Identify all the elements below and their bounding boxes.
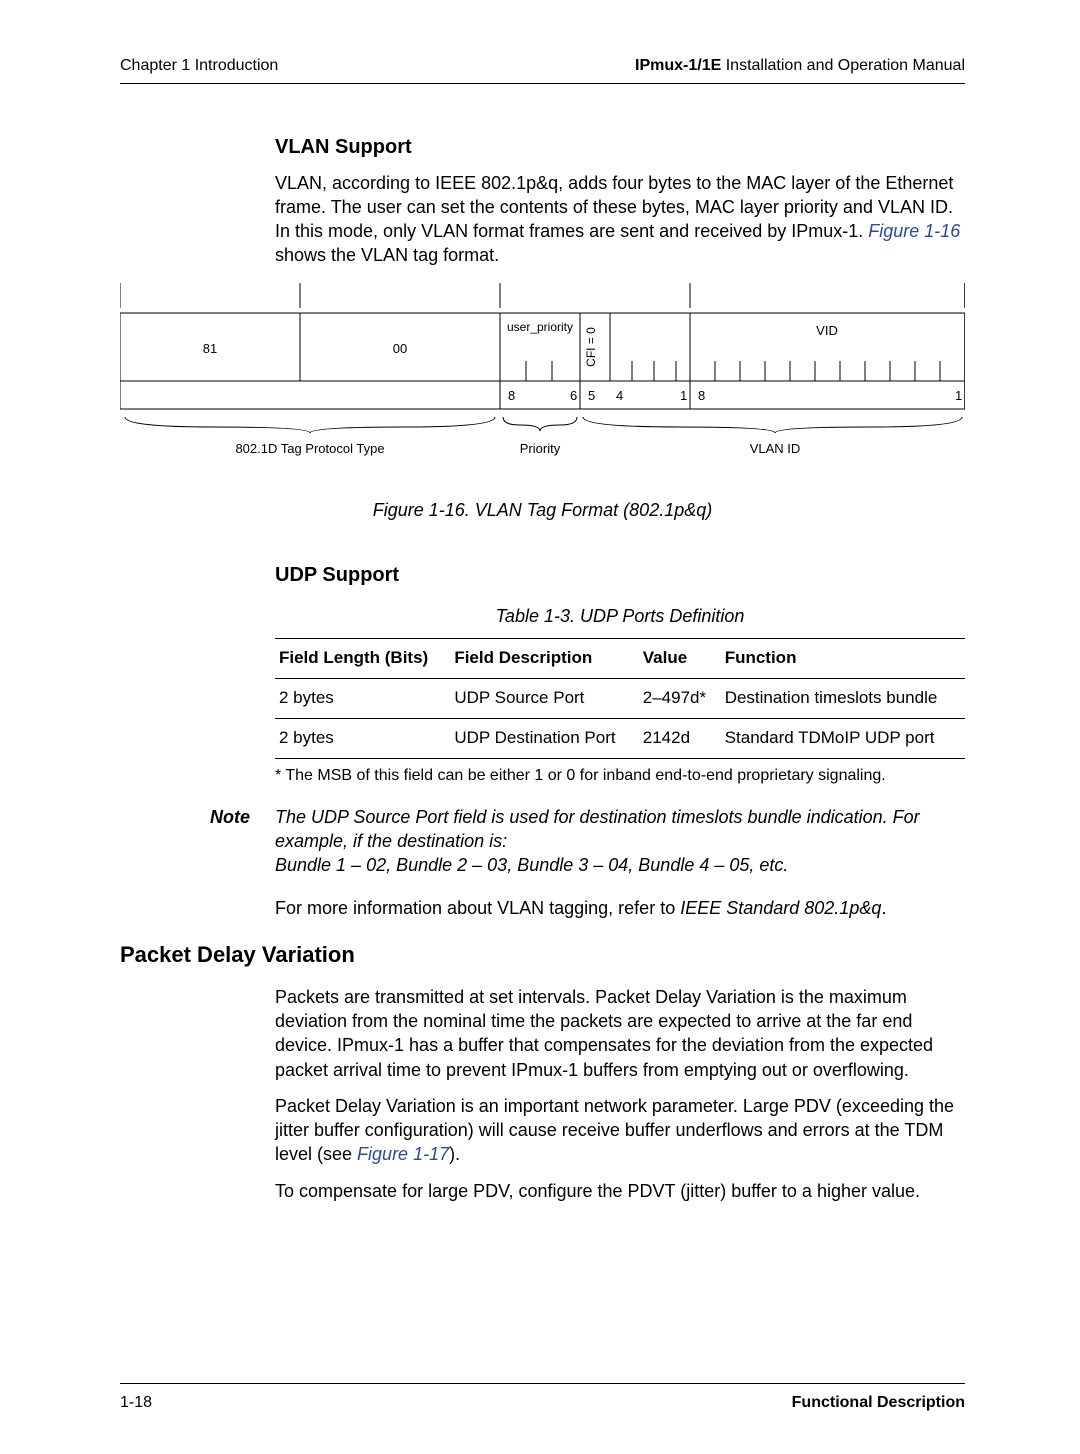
label-priority: Priority xyxy=(520,441,561,456)
udp-title: UDP Support xyxy=(275,562,965,589)
header-right: IPmux-1/1E Installation and Operation Ma… xyxy=(635,55,965,77)
figure-1-17-link[interactable]: Figure 1-17 xyxy=(357,1144,449,1164)
header-left: Chapter 1 Introduction xyxy=(120,55,278,77)
diag-00: 00 xyxy=(393,341,407,356)
cell: 2 bytes xyxy=(275,679,450,719)
note-body: The UDP Source Port field is used for de… xyxy=(275,805,965,878)
header-product: IPmux-1/1E xyxy=(635,57,721,74)
diag-vid: VID xyxy=(816,323,838,338)
figure-1-16-caption: Figure 1-16. VLAN Tag Format (802.1p&q) xyxy=(120,498,965,522)
diag-cfi: CFI = 0 xyxy=(584,327,598,367)
page-footer: 1-18 Functional Description xyxy=(120,1383,965,1414)
table-header-row: Field Length (Bits) Field Description Va… xyxy=(275,639,965,679)
vlan-title: VLAN Support xyxy=(275,134,965,161)
pdv-p3: To compensate for large PDV, configure t… xyxy=(275,1179,965,1203)
cell: 2 bytes xyxy=(275,719,450,759)
udp-ports-table: Field Length (Bits) Field Description Va… xyxy=(275,638,965,759)
figure-1-16-link[interactable]: Figure 1-16 xyxy=(868,221,960,241)
note-block: Note The UDP Source Port field is used f… xyxy=(120,805,965,878)
bit-1b: 1 xyxy=(955,388,962,403)
vlan-paragraph: VLAN, according to IEEE 802.1p&q, adds f… xyxy=(275,171,965,268)
header-subtitle: Installation and Operation Manual xyxy=(721,57,965,74)
cell: UDP Source Port xyxy=(450,679,638,719)
page-number: 1-18 xyxy=(120,1392,152,1414)
pdv-p2: Packet Delay Variation is an important n… xyxy=(275,1094,965,1167)
cell: Destination timeslots bundle xyxy=(721,679,965,719)
cell: Standard TDMoIP UDP port xyxy=(721,719,965,759)
bit-1a: 1 xyxy=(680,388,687,403)
cell: UDP Destination Port xyxy=(450,719,638,759)
cell: 2–497d* xyxy=(639,679,721,719)
pdv-title: Packet Delay Variation xyxy=(120,940,965,970)
vlan-tag-diagram: 81 00 user_priority CFI = 0 VID xyxy=(120,283,965,473)
bit-6: 6 xyxy=(570,388,577,403)
bit-4: 4 xyxy=(616,388,623,403)
pdv-p2-post: ). xyxy=(449,1144,460,1164)
th-field-desc: Field Description xyxy=(450,639,638,679)
vlan-para-post: shows the VLAN tag format. xyxy=(275,245,499,265)
more-pre: For more information about VLAN tagging,… xyxy=(275,898,680,918)
table-footnote: * The MSB of this field can be either 1 … xyxy=(275,765,965,787)
vlan-more-info: For more information about VLAN tagging,… xyxy=(275,896,965,920)
label-vlanid: VLAN ID xyxy=(750,441,801,456)
cell: 2142d xyxy=(639,719,721,759)
table-row: 2 bytes UDP Source Port 2–497d* Destinat… xyxy=(275,679,965,719)
diag-81: 81 xyxy=(203,341,217,356)
label-proto-type: 802.1D Tag Protocol Type xyxy=(235,441,384,456)
table-row: 2 bytes UDP Destination Port 2142d Stand… xyxy=(275,719,965,759)
bit-8b: 8 xyxy=(698,388,705,403)
bit-8a: 8 xyxy=(508,388,515,403)
more-post: . xyxy=(881,898,886,918)
th-value: Value xyxy=(639,639,721,679)
th-function: Function xyxy=(721,639,965,679)
bit-5: 5 xyxy=(588,388,595,403)
pdv-p1: Packets are transmitted at set intervals… xyxy=(275,985,965,1082)
ieee-802-1pq-ref: IEEE Standard 802.1p&q xyxy=(680,898,881,918)
diag-user-priority: user_priority xyxy=(507,320,573,334)
table-1-3-caption: Table 1-3. UDP Ports Definition xyxy=(275,604,965,628)
note-label: Note xyxy=(120,805,275,878)
page-header: Chapter 1 Introduction IPmux-1/1E Instal… xyxy=(120,55,965,84)
th-field-length: Field Length (Bits) xyxy=(275,639,450,679)
footer-section: Functional Description xyxy=(792,1392,965,1414)
vlan-para-pre: VLAN, according to IEEE 802.1p&q, adds f… xyxy=(275,173,953,242)
